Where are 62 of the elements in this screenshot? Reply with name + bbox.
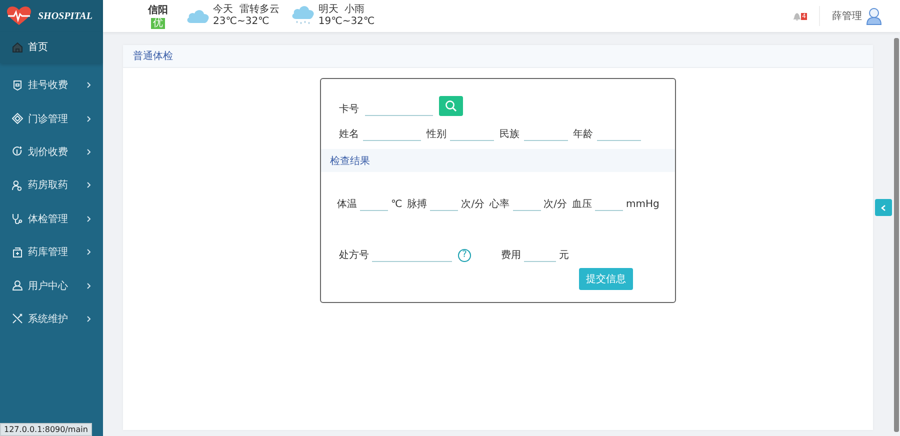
sidebar-item[interactable]: 挂号收费 xyxy=(0,69,103,102)
help-icon[interactable]: ? xyxy=(458,249,471,262)
chevron-right-icon xyxy=(87,82,91,88)
field-label: 性别 xyxy=(426,129,446,141)
app-logo-text: SHOSPITAL xyxy=(38,10,92,22)
sidebar-item[interactable]: 首页 xyxy=(0,32,103,63)
rain-cloud-icon xyxy=(291,6,316,26)
temperature-range: 23℃~32℃ xyxy=(213,16,270,28)
sidebar-item[interactable]: 药房取药 xyxy=(0,169,103,203)
chevron-right-icon xyxy=(87,148,91,155)
weather-forecast: 今天 雷转多云 xyxy=(213,4,280,16)
user-icon xyxy=(12,280,23,292)
sidebar-item[interactable]: 划价收费 xyxy=(0,136,103,170)
chevron-left-icon xyxy=(881,204,886,210)
field-label: 血压 xyxy=(572,199,592,211)
field-label: 心率 xyxy=(490,199,510,211)
chevron-right-icon xyxy=(87,282,91,289)
sidebar-item[interactable]: 系统维护 xyxy=(0,302,103,336)
medicine-box-icon xyxy=(12,246,23,258)
house-icon xyxy=(12,42,23,52)
field-label: 年龄 xyxy=(572,129,593,141)
search-button[interactable] xyxy=(439,96,463,116)
stethoscope-icon xyxy=(12,213,23,224)
city-name: 信阳 xyxy=(148,4,168,17)
unit-label: ℃ xyxy=(391,199,402,211)
field-label: 体温 xyxy=(337,199,357,211)
field-label: 费用 xyxy=(501,250,521,262)
user-name[interactable]: 薛管理 xyxy=(832,9,862,23)
status-bar-url: 127.0.0.1:8090/main xyxy=(0,423,92,436)
diamond-icon xyxy=(12,113,23,124)
unit-label: 次/分 xyxy=(461,199,485,211)
field-label: 姓名 xyxy=(339,129,359,141)
sidebar-item[interactable]: 药库管理 xyxy=(0,236,103,270)
person-icon xyxy=(12,180,23,191)
field-label: 卡号 xyxy=(339,104,359,116)
unit-label: 元 xyxy=(559,250,569,262)
chevron-right-icon xyxy=(87,216,91,222)
temperature-range: 19℃~32℃ xyxy=(318,16,375,28)
air-quality-badge: 优 xyxy=(151,18,165,29)
chevron-right-icon xyxy=(87,316,91,322)
tools-icon xyxy=(12,313,23,324)
unit-label: mmHg xyxy=(626,199,660,211)
heart-pulse-logo-icon xyxy=(6,6,32,26)
weather-forecast: 明天 小雨 xyxy=(318,4,366,16)
collapse-button[interactable] xyxy=(875,199,892,216)
cloud-icon xyxy=(186,8,210,24)
sidebar-item[interactable]: 体检管理 xyxy=(0,202,103,236)
search-icon xyxy=(445,100,457,112)
bell-icon xyxy=(793,12,802,20)
card-title: 普通体检 xyxy=(133,50,173,63)
field-label: 民族 xyxy=(500,129,520,141)
user-avatar-icon[interactable] xyxy=(866,7,882,25)
sidebar-item[interactable]: 门诊管理 xyxy=(0,102,103,136)
field-label: 处方号 xyxy=(339,250,369,262)
unit-label: 次/分 xyxy=(544,199,567,211)
scrollbar[interactable] xyxy=(894,38,899,432)
chevron-right-icon xyxy=(87,116,91,122)
section-title: 检查结果 xyxy=(330,154,370,168)
chevron-right-icon xyxy=(87,182,91,188)
chevron-right-icon xyxy=(87,249,91,256)
sidebar-item[interactable]: 用户中心 xyxy=(0,269,103,303)
field-label: 脉搏 xyxy=(407,199,428,211)
